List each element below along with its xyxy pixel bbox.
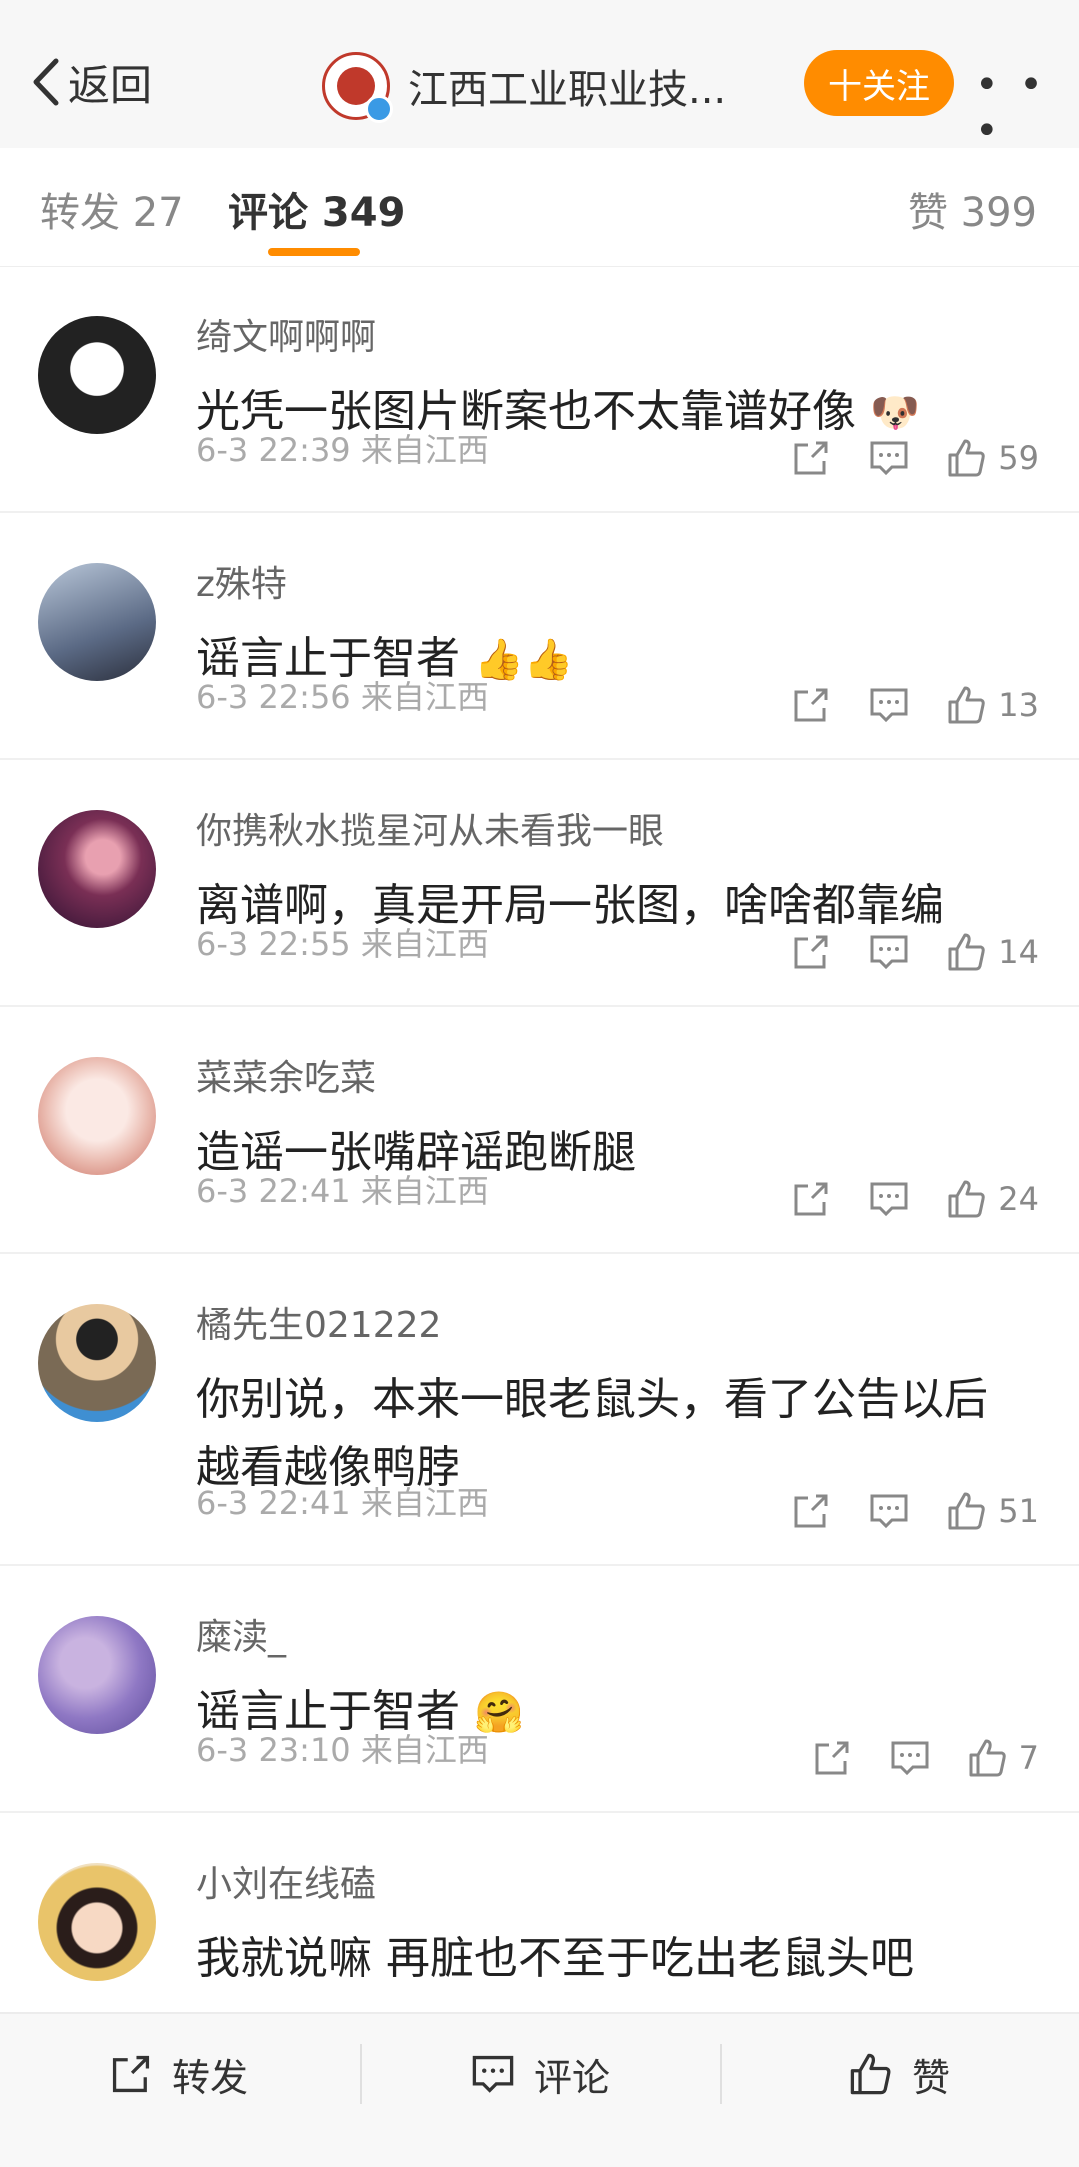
comment-username[interactable]: 你携秋水揽星河从未看我一眼 (196, 802, 664, 854)
avatar[interactable] (38, 316, 156, 434)
like-button[interactable]: 51 (946, 1490, 1039, 1532)
reply-icon[interactable] (868, 931, 910, 973)
thumbs-up-icon (850, 2053, 891, 2095)
comment-actions: 24 (790, 1178, 1039, 1220)
comment-username[interactable]: 小刘在线磕 (196, 1855, 376, 1907)
comment-icon (472, 2055, 514, 2093)
comment-actions: 51 (790, 1490, 1039, 1532)
share-icon[interactable] (790, 1490, 832, 1532)
comment-item: 绮文啊啊啊 光凭一张图片断案也不太靠谱好像 🐶 6-3 22:39 来自江西 5… (0, 266, 1079, 513)
divider (720, 2044, 722, 2104)
thumbs-up-icon (948, 1492, 986, 1530)
like-count: 14 (998, 933, 1039, 971)
thumbs-up-icon (948, 686, 986, 724)
comment-text: 我就说嘛 再脏也不至于吃出老鼠头吧 (196, 1933, 914, 1984)
thumbs-up-icon (948, 439, 986, 477)
comment-timestamp: 6-3 22:56 来自江西 (196, 678, 489, 716)
like-count: 59 (998, 439, 1039, 477)
thumbs-up-emoji-icon: 👍👍 (474, 637, 574, 683)
avatar[interactable] (38, 1057, 156, 1175)
share-icon[interactable] (790, 437, 832, 479)
tab-bar: 转发 27 评论 349 赞 399 (0, 148, 1079, 267)
repost-button[interactable]: 转发 (108, 2014, 248, 2134)
like-button[interactable]: 59 (946, 437, 1039, 479)
comment-username[interactable]: 橘先生021222 (196, 1296, 441, 1348)
comment-timestamp: 6-3 22:41 来自江西 (196, 1172, 489, 1210)
share-icon[interactable] (790, 684, 832, 726)
verified-badge-icon (365, 95, 393, 123)
like-button[interactable]: 赞 (848, 2014, 950, 2134)
comment-username[interactable]: z殊特 (196, 555, 287, 607)
like-count: 51 (998, 1492, 1039, 1530)
comment-actions: 7 (811, 1737, 1039, 1779)
comment-label: 评论 (534, 2055, 611, 2100)
account-avatar[interactable] (322, 52, 393, 123)
comment-item: z殊特 谣言止于智者 👍👍 6-3 22:56 来自江西 13 (0, 513, 1079, 760)
reply-icon[interactable] (868, 1490, 910, 1532)
avatar[interactable] (38, 810, 156, 928)
comment-actions: 59 (790, 437, 1039, 479)
comment-item: 菜菜余吃菜 造谣一张嘴辟谣跑断腿 6-3 22:41 来自江西 24 (0, 1007, 1079, 1254)
like-count: 13 (998, 686, 1039, 724)
account-header[interactable]: 江西工业职业技... (322, 52, 726, 123)
avatar[interactable] (38, 1863, 156, 1981)
reply-icon[interactable] (868, 437, 910, 479)
top-nav-bar: 返回 江西工业职业技... 十关注 • • • (0, 0, 1079, 154)
reply-icon[interactable] (889, 1737, 931, 1779)
account-name[interactable]: 江西工业职业技... (408, 57, 726, 115)
like-label: 赞 (912, 2055, 951, 2100)
thumbs-up-icon (948, 1180, 986, 1218)
like-button[interactable]: 13 (946, 684, 1039, 726)
thumbs-up-icon (969, 1739, 1006, 1777)
like-button[interactable]: 24 (946, 1178, 1039, 1220)
comment-list: 绮文啊啊啊 光凭一张图片断案也不太靠谱好像 🐶 6-3 22:39 来自江西 5… (0, 266, 1079, 2058)
tab-repost[interactable]: 转发 27 (40, 180, 184, 238)
comment-timestamp: 6-3 23:10 来自江西 (196, 1731, 489, 1769)
comment-button[interactable]: 评论 (470, 2014, 610, 2134)
comment-actions: 14 (790, 931, 1039, 973)
like-count: 7 (1018, 1739, 1039, 1777)
like-button[interactable]: 14 (946, 931, 1039, 973)
comment-timestamp: 6-3 22:39 来自江西 (196, 431, 489, 469)
comment-username[interactable]: 菜菜余吃菜 (196, 1049, 376, 1101)
chevron-left-icon (33, 58, 59, 106)
repost-icon (112, 2055, 150, 2093)
repost-label: 转发 (172, 2055, 249, 2100)
comment-item: 你携秋水揽星河从未看我一眼 离谱啊，真是开局一张图，啥啥都靠编 6-3 22:5… (0, 760, 1079, 1007)
tab-likes[interactable]: 赞 399 (908, 180, 1037, 238)
reply-icon[interactable] (868, 1178, 910, 1220)
comment-timestamp: 6-3 22:41 来自江西 (196, 1484, 489, 1522)
avatar[interactable] (38, 563, 156, 681)
comment-item: 橘先生021222 你别说，本来一眼老鼠头，看了公告以后越看越像鸭脖 6-3 2… (0, 1254, 1079, 1566)
comment-timestamp: 6-3 22:55 来自江西 (196, 925, 489, 963)
active-tab-indicator (268, 248, 360, 256)
share-icon[interactable] (811, 1737, 853, 1779)
follow-button[interactable]: 十关注 (804, 50, 954, 116)
divider (360, 2044, 362, 2104)
thumbs-up-icon (948, 933, 986, 971)
share-icon[interactable] (790, 931, 832, 973)
bottom-action-bar: 转发 评论 赞 (0, 2012, 1079, 2167)
avatar[interactable] (38, 1616, 156, 1734)
tab-comments[interactable]: 评论 349 (228, 180, 405, 238)
comment-username[interactable]: 糜渎_ (196, 1608, 286, 1660)
comment-item: 糜渎_ 谣言止于智者 🤗 6-3 23:10 来自江西 7 (0, 1566, 1079, 1813)
comment-username[interactable]: 绮文啊啊啊 (196, 308, 376, 360)
more-options-button[interactable]: • • • (975, 62, 1079, 154)
reply-icon[interactable] (868, 684, 910, 726)
back-label: 返回 (68, 60, 153, 110)
avatar[interactable] (38, 1304, 156, 1422)
like-button[interactable]: 7 (967, 1737, 1039, 1779)
back-button[interactable]: 返回 (30, 52, 152, 112)
like-count: 24 (998, 1180, 1039, 1218)
comment-actions: 13 (790, 684, 1039, 726)
share-icon[interactable] (790, 1178, 832, 1220)
